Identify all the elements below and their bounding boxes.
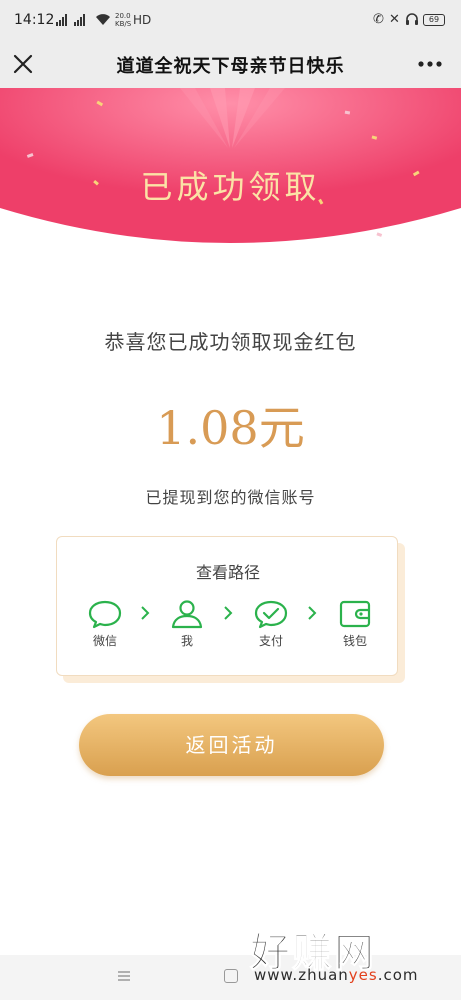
more-icon[interactable] <box>414 52 446 76</box>
status-bar: 14:12 20.0 KB/S HD ✆ ✕ 69 <box>0 0 461 40</box>
step-label: 微信 <box>92 634 117 648</box>
step-label: 钱包 <box>342 634 367 648</box>
watermark-url-accent: yes <box>348 966 378 984</box>
nav-bar: 道道全祝天下母亲节日快乐 <box>0 40 461 88</box>
person-icon <box>171 600 203 629</box>
path-card: 查看路径 微信 我 支付 钱包 <box>56 536 398 676</box>
status-time: 14:12 <box>14 12 55 28</box>
call-icon: ✆ <box>373 12 384 27</box>
close-icon[interactable] <box>10 51 36 77</box>
watermark-url: www.zhuanyes.com <box>254 966 419 984</box>
cell-signal-icon <box>56 14 67 26</box>
watermark: 好赚网 www.zhuanyes.com <box>250 920 450 990</box>
chevron-right-icon <box>224 606 233 620</box>
battery-icon: 69 <box>423 14 445 26</box>
watermark-url-prefix: www.zhuan <box>254 966 349 984</box>
cell-signal-icon <box>74 14 85 26</box>
wallet-icon <box>339 600 371 628</box>
banner-title: 已成功领取 <box>140 168 321 206</box>
step-wechat: 微信 <box>75 599 135 655</box>
path-card-title: 查看路径 <box>195 563 260 582</box>
withdrawn-note: 已提现到您的微信账号 <box>145 488 316 507</box>
network-type: HD <box>133 13 152 27</box>
network-speed: 20.0 KB/S <box>115 12 132 28</box>
step-label: 支付 <box>258 634 283 648</box>
red-packet-amount: 1.08元 <box>156 401 305 455</box>
menu-icon[interactable] <box>117 969 131 983</box>
step-label: 我 <box>180 634 193 648</box>
chevron-right-icon <box>308 606 317 620</box>
chevron-right-icon <box>141 606 150 620</box>
page-title: 道道全祝天下母亲节日快乐 <box>116 56 345 77</box>
step-me: 我 <box>157 599 217 655</box>
step-wallet: 钱包 <box>325 599 385 655</box>
home-icon[interactable] <box>224 969 238 983</box>
mute-icon: ✕ <box>389 12 400 27</box>
chat-bubble-icon <box>88 600 122 629</box>
payment-check-icon <box>254 600 288 629</box>
step-pay: 支付 <box>241 599 301 655</box>
watermark-url-suffix: .com <box>377 966 419 984</box>
back-to-activity-button[interactable]: 返回活动 <box>79 714 384 776</box>
wifi-icon <box>96 14 110 25</box>
congrats-message: 恭喜您已成功领取现金红包 <box>104 330 357 354</box>
headset-icon <box>406 13 418 25</box>
back-button-label: 返回活动 <box>185 733 278 757</box>
